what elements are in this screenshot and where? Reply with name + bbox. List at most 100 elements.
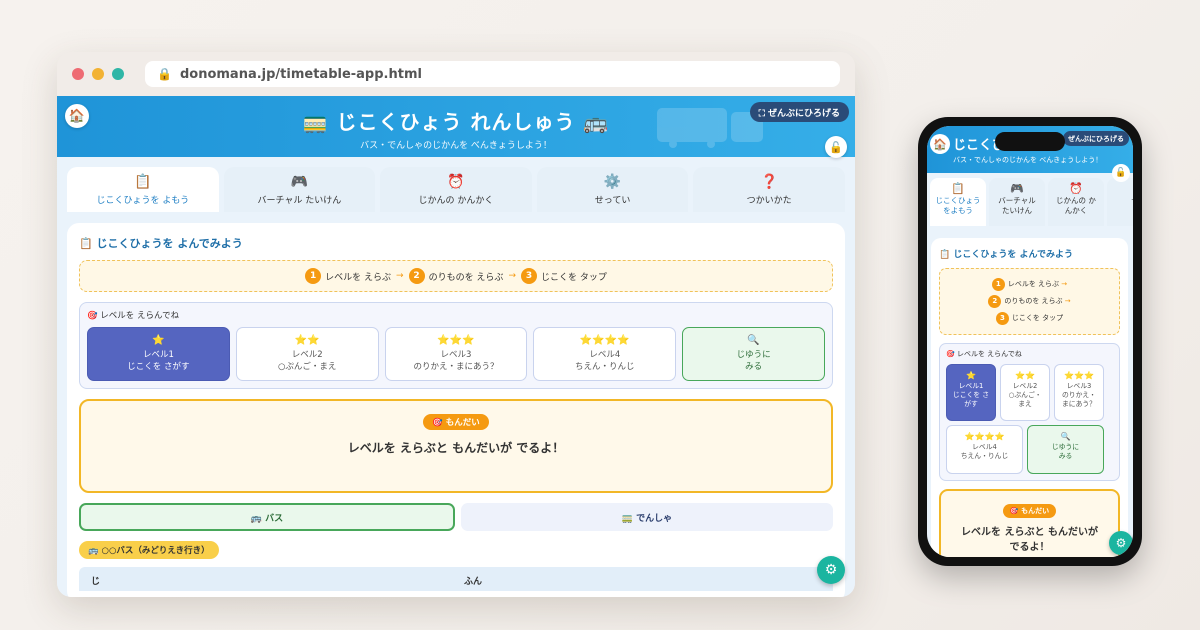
page-viewport: 🏠 🚃 じこくひょう れんしゅう 🚌 バス・でんしゃのじかんを べんきょうしよう… — [57, 96, 855, 597]
expand-fullscreen-button[interactable]: ⛶ ぜんぶにひろげる — [749, 102, 849, 122]
star-icon: ⭐⭐⭐ — [437, 335, 475, 346]
tab-time-sense[interactable]: ⏰ じかんの かんかく — [380, 167, 532, 212]
gear-icon — [1107, 184, 1133, 194]
lock-icon: 🔒 — [157, 67, 172, 81]
step-label: レベルを えらぶ — [325, 272, 392, 283]
problem-text: レベルを えらぶと もんだいが — [961, 527, 1098, 538]
level-name: じゆうに — [736, 350, 771, 360]
unlock-icon[interactable]: 🔓 — [825, 136, 847, 158]
phone-level-selector: 🎯 レベルを えらんでね ⭐ レベル1 じこくを さ がす ⭐⭐ レベル2 ○ぷ… — [939, 343, 1120, 481]
phone-steps-guide: 1 レベルを えらぶ → 2 のりものを えらぶ → 3 じこくを タップ — [939, 268, 1120, 335]
step-number: 1 — [305, 268, 322, 284]
level-4-button[interactable]: ⭐⭐⭐⭐ レベル4 ちえん・りんじ — [533, 327, 677, 381]
level-desc: まにあう？ — [1062, 400, 1096, 408]
tab-label: をよもう — [943, 206, 973, 215]
phone-tab-settings[interactable]: せ — [1107, 178, 1133, 226]
level-desc: まえ — [1018, 400, 1032, 408]
main-panel: 📋 じこくひょうを よんでみよう 1 レベルを えらぶ → 2 のりものを えら… — [67, 223, 845, 597]
level-desc: のりかえ・まにあう？ — [413, 362, 499, 372]
level-desc: みる — [745, 362, 763, 372]
tab-how-to-use[interactable]: ❓ つかいかた — [693, 167, 845, 212]
step-label: のりものを えらぶ — [428, 272, 504, 283]
hour-column-header: じ — [91, 577, 101, 587]
gamepad-icon: 🎮 — [290, 174, 309, 190]
level-desc: ちえん・りんじ — [960, 452, 1009, 460]
level-1-button[interactable]: ⭐ レベル1 じこくを さ がす — [946, 364, 996, 421]
minimize-window-dot[interactable] — [92, 68, 104, 80]
magnifier-icon: 🔍 — [747, 335, 760, 346]
step-number: 3 — [520, 268, 537, 284]
tab-virtual-experience[interactable]: 🎮 バーチャル たいけん — [223, 167, 376, 212]
tab-settings[interactable]: ⚙️ せってい — [536, 167, 689, 212]
tab-label: バーチャル — [998, 196, 1036, 205]
clipboard-icon: 📋 — [951, 182, 965, 195]
star-icon: ⭐ — [152, 335, 165, 346]
problem-text: レベルを えらぶと もんだいが でるよ！ — [347, 441, 565, 455]
url-text: donomana.jp/timetable-app.html — [179, 66, 422, 82]
phone-main-panel: 📋 じこくひょうを よんでみよう 1 レベルを えらぶ → 2 のりものを えらぶ … — [931, 238, 1128, 557]
train-button[interactable]: 🚃 でんしゃ — [461, 503, 833, 531]
browser-window: 🔒 donomana.jp/timetable-app.html 🏠 🚃 じこく… — [57, 52, 855, 597]
level-selector: 🎯 レベルを えらんでね ⭐ レベル1 じこくを さがす ⭐⭐ レベル2 ○ぷん… — [79, 302, 833, 389]
bus-button[interactable]: 🚌 バス — [79, 503, 455, 531]
step-label: のりものを えらぶ — [1004, 297, 1063, 305]
step-number: 2 — [988, 295, 1002, 308]
step-number: 2 — [408, 268, 425, 284]
phone-frame: 🏠 じこくひょう バス・でんしゃのじかんを べんきょうしよう！ ぜんぶにひろげる… — [918, 117, 1142, 566]
star-icon: ⭐⭐⭐⭐ — [579, 335, 630, 346]
tab-bar: 📋 じこくひょうを よもう 🎮 バーチャル たいけん ⏰ じかんの かんかく ⚙… — [57, 157, 855, 212]
close-window-dot[interactable] — [72, 68, 84, 80]
level-2-button[interactable]: ⭐⭐ レベル2 ○ぷんご・まえ — [235, 327, 379, 381]
settings-gear-icon[interactable]: ⚙ — [817, 556, 845, 584]
level-4-button[interactable]: ⭐⭐⭐⭐ レベル4 ちえん・りんじ — [946, 425, 1023, 474]
tab-label: じこくひょう — [935, 196, 981, 205]
level-1-button[interactable]: ⭐ レベル1 じこくを さがす — [87, 327, 230, 381]
tab-label: たいけん — [1002, 206, 1032, 215]
level-name: レベル1 — [142, 350, 174, 360]
free-view-button[interactable]: 🔍 じゆうに みる — [1027, 425, 1104, 474]
level-2-button[interactable]: ⭐⭐ レベル2 ○ぷんご・ まえ — [1000, 364, 1050, 421]
phone-tab-bar: 📋 じこくひょう をよもう 🎮 バーチャル たいけん ⏰ じかんの か んかく … — [927, 173, 1133, 226]
alarm-clock-icon: ⏰ — [1069, 182, 1083, 195]
timetable-header: じ ふん — [79, 567, 833, 591]
phone-tab-read-timetable[interactable]: 📋 じこくひょう をよもう — [930, 178, 986, 226]
unlock-icon[interactable]: 🔓 — [1112, 164, 1130, 182]
phone-tab-virtual-experience[interactable]: 🎮 バーチャル たいけん — [989, 178, 1045, 226]
settings-gear-icon[interactable]: ⚙ — [1109, 531, 1133, 555]
problem-badge: 🎯 もんだい — [423, 414, 489, 430]
level-name: じゆうに — [1051, 443, 1080, 451]
tab-label: んかく — [1064, 206, 1088, 215]
step-label: じこくを タップ — [540, 272, 607, 283]
phone-tab-time-sense[interactable]: ⏰ じかんの か んかく — [1048, 178, 1104, 226]
home-icon[interactable]: 🏠 — [65, 104, 89, 128]
star-icon: ⭐⭐⭐⭐ — [964, 432, 1005, 441]
steps-guide: 1 レベルを えらぶ → 2 のりものを えらぶ → 3 じこくを タップ — [79, 260, 833, 292]
phone-expand-button[interactable]: ぜんぶにひろげる — [1063, 131, 1129, 146]
alarm-clock-icon: ⏰ — [447, 174, 465, 190]
magnifier-icon: 🔍 — [1060, 432, 1071, 441]
level-3-button[interactable]: ⭐⭐⭐ レベル3 のりかえ・まにあう？ — [384, 327, 528, 381]
tab-label: せってい — [594, 196, 631, 206]
maximize-window-dot[interactable] — [112, 68, 124, 80]
level-desc: ちえん・りんじ — [575, 362, 635, 372]
tab-label: じかんの か — [1056, 196, 1096, 205]
level-name: レベル2 — [1012, 382, 1038, 390]
arrow-right-icon: → — [508, 271, 516, 281]
problem-badge: 🎯 もんだい — [1002, 504, 1057, 518]
step-number: 3 — [995, 312, 1009, 325]
home-icon[interactable]: 🏠 — [930, 134, 950, 154]
clipboard-icon: 📋 — [134, 174, 152, 190]
level-desc: のりかえ・ — [1062, 391, 1096, 399]
section-title: 📋 じこくひょうを よんでみよう — [79, 237, 243, 250]
free-view-button[interactable]: 🔍 じゆうに みる — [682, 327, 825, 381]
step-label: じこくを タップ — [1011, 314, 1064, 322]
gear-icon: ⚙️ — [603, 174, 622, 190]
level-3-button[interactable]: ⭐⭐⭐ レベル3 のりかえ・ まにあう？ — [1054, 364, 1104, 421]
address-bar[interactable]: 🔒 donomana.jp/timetable-app.html — [145, 61, 840, 87]
level-desc: みる — [1058, 452, 1073, 460]
tab-read-timetable[interactable]: 📋 じこくひょうを よもう — [67, 167, 219, 212]
level-desc: じこくを さ — [952, 391, 990, 399]
level-desc: ○ぷんご・ — [1008, 391, 1042, 399]
problem-text: でるよ！ — [1009, 542, 1050, 553]
level-heading: 🎯 レベルを えらんでね — [87, 311, 180, 321]
